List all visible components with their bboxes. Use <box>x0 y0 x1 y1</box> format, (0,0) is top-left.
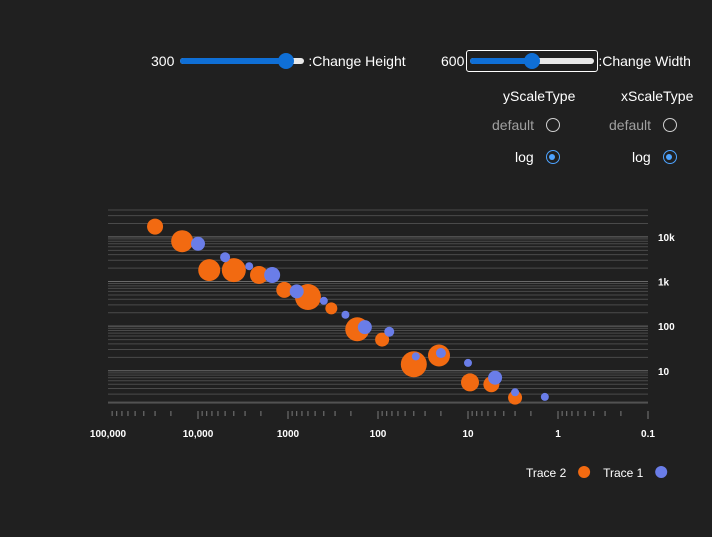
legend-marker <box>578 466 591 478</box>
trace-1-point <box>435 348 446 359</box>
x-scale-default-option[interactable]: default <box>609 117 678 133</box>
legend-label: Trace 1 <box>603 466 644 480</box>
height-slider-fill <box>180 58 286 64</box>
trace-2-point <box>428 344 451 367</box>
trace-1-point <box>319 296 328 305</box>
trace-1-point <box>220 252 231 263</box>
y-scale-log-label: log <box>515 149 534 165</box>
x-axis: 100,000 10,000 1000 100 10 1 0.1 <box>90 402 655 440</box>
trace-2-point <box>221 258 246 283</box>
trace-1-point <box>488 370 503 385</box>
x-scale-default-radio[interactable] <box>663 118 678 132</box>
trace-2-point <box>198 259 221 282</box>
y-scale-default-option[interactable]: default <box>492 117 561 133</box>
y-scale-log-option[interactable]: log <box>515 149 560 165</box>
trace-1-point <box>289 284 304 299</box>
y-tick-label: 10k <box>658 233 675 244</box>
height-label: :Change Height <box>308 53 406 69</box>
x-scale-log-option[interactable]: log <box>632 149 677 165</box>
height-value: 300 <box>151 53 175 69</box>
height-control: 300 :Change Height <box>151 50 406 72</box>
x-tick-label: 100,000 <box>90 429 127 440</box>
trace-2-point <box>171 230 194 253</box>
chart-grid <box>108 209 648 403</box>
trace-2-point <box>461 373 480 392</box>
trace-2-point <box>276 281 293 298</box>
y-tick-label: 100 <box>658 322 675 333</box>
width-control: 600 :Change Width <box>441 50 691 72</box>
y-tick-label: 1k <box>658 278 670 289</box>
x-tick-label: 10 <box>462 429 474 440</box>
x-tick-label: 1 <box>555 429 561 440</box>
legend-marker <box>655 466 668 478</box>
width-slider-wrap <box>466 50 599 72</box>
trace-2-point <box>508 390 523 405</box>
height-slider-thumb[interactable] <box>277 53 294 69</box>
trace-2-point <box>250 265 269 284</box>
x-tick-label: 1000 <box>277 429 300 440</box>
width-slider-thumb[interactable] <box>524 53 541 69</box>
trace-1-point <box>357 320 372 335</box>
trace-1-point <box>191 236 205 251</box>
chart-legend: Trace 2 Trace 1 <box>526 466 668 480</box>
x-tick-label: 10,000 <box>183 429 214 440</box>
trace-2-point <box>147 218 164 235</box>
y-scale-log-radio[interactable] <box>545 150 560 164</box>
trace-2-point <box>345 317 370 342</box>
x-tick-label: 100 <box>370 429 387 440</box>
trace-1-point <box>341 310 350 319</box>
y-scale-default-label: default <box>492 117 535 133</box>
chart-points <box>147 218 549 405</box>
height-slider-wrap <box>176 50 308 72</box>
y-scale-default-radio[interactable] <box>546 118 561 132</box>
x-scale-log-radio[interactable] <box>662 150 677 164</box>
x-tick-label: 0.1 <box>641 429 655 440</box>
y-tick-label: 10 <box>658 367 670 378</box>
width-value: 600 <box>441 53 465 69</box>
x-scale-log-label: log <box>632 149 651 165</box>
height-slider[interactable] <box>180 53 305 69</box>
trace-1-point <box>264 266 281 283</box>
trace-1-point <box>464 358 472 367</box>
width-slider-fill <box>470 58 533 64</box>
trace-1-point <box>540 392 549 401</box>
x-scale-default-label: default <box>609 117 652 133</box>
legend-label: Trace 2 <box>526 466 567 480</box>
width-label: :Change Width <box>598 53 691 69</box>
trace-1-point <box>411 352 420 361</box>
trace-2-point <box>483 376 500 393</box>
trace-1-point <box>384 326 395 337</box>
trace-2-point <box>325 302 338 315</box>
x-scale-type-title: xScaleType <box>621 88 694 104</box>
scatter-chart: 100,000 10,000 1000 100 10 1 0.1 10k 1k 100 10 Tr… <box>90 209 675 480</box>
trace-2-point <box>294 283 321 310</box>
trace-2-point <box>400 351 427 378</box>
width-slider[interactable] <box>470 53 595 69</box>
y-scale-type-title: yScaleType <box>503 88 576 104</box>
trace-1-point <box>511 388 520 397</box>
trace-2-point <box>375 332 390 347</box>
trace-1-point <box>245 262 254 271</box>
y-axis: 10k 1k 100 10 <box>658 233 675 378</box>
